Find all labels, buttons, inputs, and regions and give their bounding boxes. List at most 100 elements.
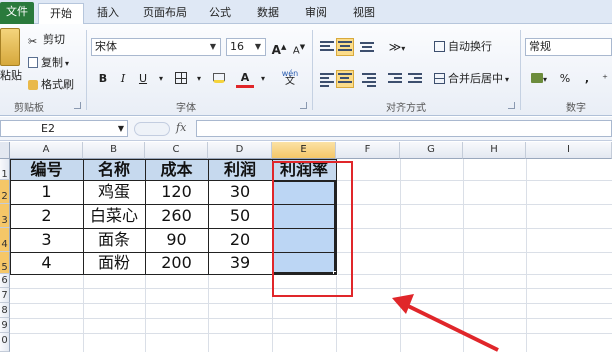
name-box[interactable]: E2 ▼ xyxy=(0,120,128,137)
insert-function-button[interactable]: fx xyxy=(176,121,186,134)
column-header[interactable]: F xyxy=(336,142,400,159)
tab-file[interactable]: 文件 xyxy=(0,2,34,24)
font-size-select[interactable]: 16 ▼ xyxy=(226,38,266,56)
underline-button[interactable]: U xyxy=(134,70,152,88)
row-header[interactable]: 8 xyxy=(0,303,10,318)
phonetic-button[interactable]: wén 文 xyxy=(278,70,302,88)
paste-button[interactable]: 粘贴 xyxy=(0,67,22,83)
orientation-button[interactable]: ≫▾ xyxy=(388,38,406,56)
font-name-value: 宋体 xyxy=(95,40,117,53)
table-header-cell[interactable]: 名称 xyxy=(83,159,145,180)
align-top-icon[interactable] xyxy=(320,41,334,53)
column-header[interactable]: A xyxy=(10,142,83,159)
tab-page-layout[interactable]: 页面布局 xyxy=(134,3,196,24)
group-divider xyxy=(86,30,87,110)
column-header[interactable]: B xyxy=(83,142,145,159)
italic-button[interactable]: I xyxy=(114,70,132,88)
row-header[interactable]: 6 xyxy=(0,274,10,288)
column-header[interactable]: H xyxy=(463,142,526,159)
row-header[interactable]: 7 xyxy=(0,288,10,303)
decrease-indent-icon[interactable] xyxy=(388,73,402,85)
clipboard-launcher-icon[interactable] xyxy=(74,102,81,109)
format-painter-button[interactable]: 格式刷 xyxy=(28,77,74,93)
table-cell[interactable]: 90 xyxy=(145,228,208,252)
alignment-launcher-icon[interactable] xyxy=(508,102,515,109)
table-cell[interactable]: 50 xyxy=(208,204,272,228)
table-cell[interactable]: 20 xyxy=(208,228,272,252)
font-color-button[interactable]: A xyxy=(236,70,254,88)
table-cell[interactable]: 260 xyxy=(145,204,208,228)
fill-color-button[interactable] xyxy=(210,70,228,88)
tab-review[interactable]: 审阅 xyxy=(296,3,336,24)
paste-icon[interactable] xyxy=(0,28,20,66)
font-name-select[interactable]: 宋体 ▼ xyxy=(91,38,221,56)
borders-button[interactable] xyxy=(172,70,190,88)
font-launcher-icon[interactable] xyxy=(300,102,307,109)
align-middle-icon xyxy=(338,41,352,53)
tab-insert[interactable]: 插入 xyxy=(88,3,128,24)
align-center-button[interactable] xyxy=(336,70,354,88)
shrink-font-button[interactable]: A▼ xyxy=(290,38,308,56)
table-header-cell[interactable]: 利润 xyxy=(208,159,272,180)
column-header[interactable]: G xyxy=(400,142,463,159)
percent-button[interactable]: % xyxy=(556,70,574,88)
row-header-selected[interactable]: 3 xyxy=(0,204,10,228)
tab-home[interactable]: 开始 xyxy=(38,3,84,25)
increase-decimal-icon[interactable]: ⁺ xyxy=(596,70,612,88)
align-middle-button[interactable] xyxy=(336,38,354,56)
table-cell[interactable]: 200 xyxy=(145,252,208,274)
grow-font-button[interactable]: A▲ xyxy=(270,38,288,57)
formula-expand-handle[interactable] xyxy=(134,122,170,136)
row-header-selected[interactable]: 2 xyxy=(0,180,10,204)
column-header-selected[interactable]: E xyxy=(272,142,336,159)
font-color-dropdown-icon[interactable]: ▾ xyxy=(254,70,272,88)
align-right-icon[interactable] xyxy=(362,73,376,87)
table-cell[interactable]: 120 xyxy=(145,180,208,204)
copy-button[interactable]: 复制 ▾ xyxy=(28,55,69,71)
table-cell[interactable]: 3 xyxy=(10,228,83,252)
align-bottom-icon[interactable] xyxy=(360,42,374,54)
borders-dropdown-icon[interactable]: ▾ xyxy=(190,70,208,88)
bold-button[interactable]: B xyxy=(94,70,112,88)
row-header-selected[interactable]: 5 xyxy=(0,252,10,274)
wrap-text-button[interactable]: 自动换行 xyxy=(434,39,492,55)
table-cell[interactable]: 面粉 xyxy=(83,252,145,274)
row-header[interactable]: 1 xyxy=(0,159,10,180)
column-header[interactable]: C xyxy=(145,142,208,159)
merge-center-button[interactable]: 合并后居中 ▾ xyxy=(434,71,509,87)
row-header[interactable]: 0 xyxy=(0,333,10,352)
shrink-font-label: A xyxy=(292,45,300,57)
increase-indent-icon[interactable] xyxy=(408,73,422,85)
gridline xyxy=(336,204,612,205)
table-cell[interactable]: 30 xyxy=(208,180,272,204)
ribbon-tab-bar: 文件 开始 插入 页面布局 公式 数据 审阅 视图 xyxy=(0,0,612,25)
table-header-cell[interactable]: 编号 xyxy=(10,159,83,180)
column-header[interactable]: I xyxy=(526,142,612,159)
group-divider xyxy=(312,30,313,110)
number-format-select[interactable]: 常规 xyxy=(525,38,612,56)
formula-bar: E2 ▼ fx xyxy=(0,117,612,141)
tab-view[interactable]: 视图 xyxy=(344,3,384,24)
align-left-icon[interactable] xyxy=(320,73,334,87)
tab-formulas[interactable]: 公式 xyxy=(200,3,240,24)
table-cell[interactable]: 1 xyxy=(10,180,83,204)
currency-button[interactable]: ▾ xyxy=(527,70,551,88)
select-all-button[interactable] xyxy=(0,142,10,159)
cut-button[interactable]: ✂ 剪切 xyxy=(28,32,65,48)
table-header-cell[interactable]: 成本 xyxy=(145,159,208,180)
table-cell[interactable]: 面条 xyxy=(83,228,145,252)
underline-dropdown-icon[interactable]: ▾ xyxy=(152,70,170,88)
chevron-down-icon: ▼ xyxy=(209,42,217,51)
table-cell[interactable]: 鸡蛋 xyxy=(83,180,145,204)
chevron-down-icon: ▼ xyxy=(254,42,262,51)
table-cell[interactable]: 2 xyxy=(10,204,83,228)
table-cell[interactable]: 白菜心 xyxy=(83,204,145,228)
table-cell[interactable]: 39 xyxy=(208,252,272,274)
comma-button[interactable]: , xyxy=(578,70,596,88)
row-header[interactable]: 9 xyxy=(0,318,10,333)
tab-data[interactable]: 数据 xyxy=(248,3,288,24)
column-header[interactable]: D xyxy=(208,142,272,159)
formula-input[interactable] xyxy=(196,120,612,137)
table-cell[interactable]: 4 xyxy=(10,252,83,274)
row-header-selected[interactable]: 4 xyxy=(0,228,10,252)
